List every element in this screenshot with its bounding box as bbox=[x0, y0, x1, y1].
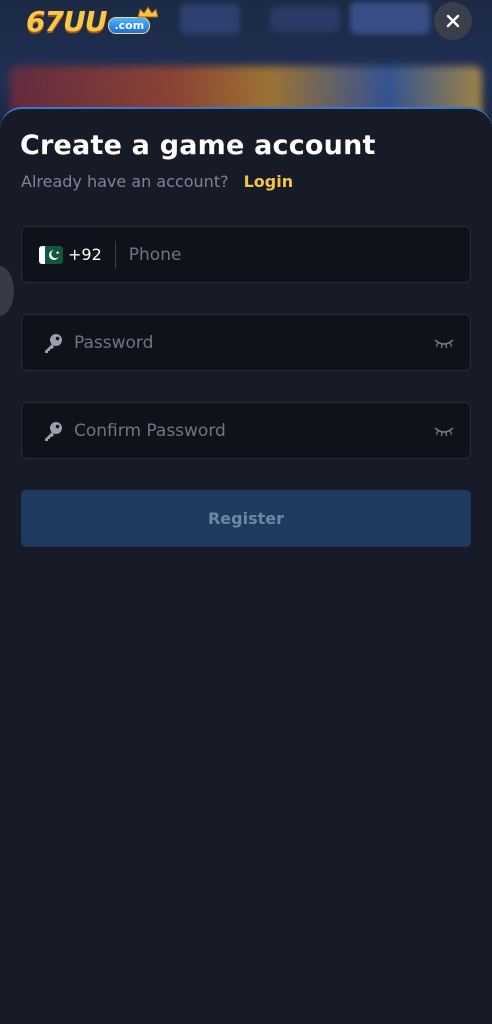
password-field bbox=[21, 314, 471, 371]
logo-text: 67UU bbox=[26, 4, 107, 38]
phone-field: +92 bbox=[21, 226, 471, 283]
pakistan-flag-icon bbox=[39, 245, 63, 264]
country-code: +92 bbox=[68, 245, 102, 264]
confirm-password-field bbox=[21, 402, 471, 459]
login-prompt-text: Already have an account? bbox=[21, 172, 229, 191]
site-logo: 67UU .com bbox=[26, 4, 159, 38]
login-prompt: Already have an account? Login bbox=[21, 172, 293, 191]
register-button[interactable]: Register bbox=[21, 490, 471, 547]
country-code-selector[interactable]: +92 bbox=[22, 227, 102, 282]
logo-badge: .com bbox=[108, 16, 151, 34]
blurred-nav-item bbox=[350, 2, 430, 34]
login-link[interactable]: Login bbox=[244, 172, 294, 191]
blurred-nav-item bbox=[270, 6, 340, 32]
close-icon bbox=[446, 14, 460, 28]
divider bbox=[114, 240, 116, 269]
key-icon bbox=[45, 333, 62, 353]
blurred-nav-item bbox=[180, 4, 240, 34]
phone-input[interactable] bbox=[128, 227, 470, 282]
eye-closed-icon[interactable] bbox=[434, 337, 454, 349]
key-icon bbox=[45, 421, 62, 441]
confirm-password-input[interactable] bbox=[74, 403, 434, 458]
password-input[interactable] bbox=[74, 315, 434, 370]
crown-icon bbox=[137, 6, 159, 18]
eye-closed-icon[interactable] bbox=[434, 425, 454, 437]
close-button[interactable] bbox=[434, 2, 472, 40]
page-title: Create a game account bbox=[20, 130, 376, 161]
